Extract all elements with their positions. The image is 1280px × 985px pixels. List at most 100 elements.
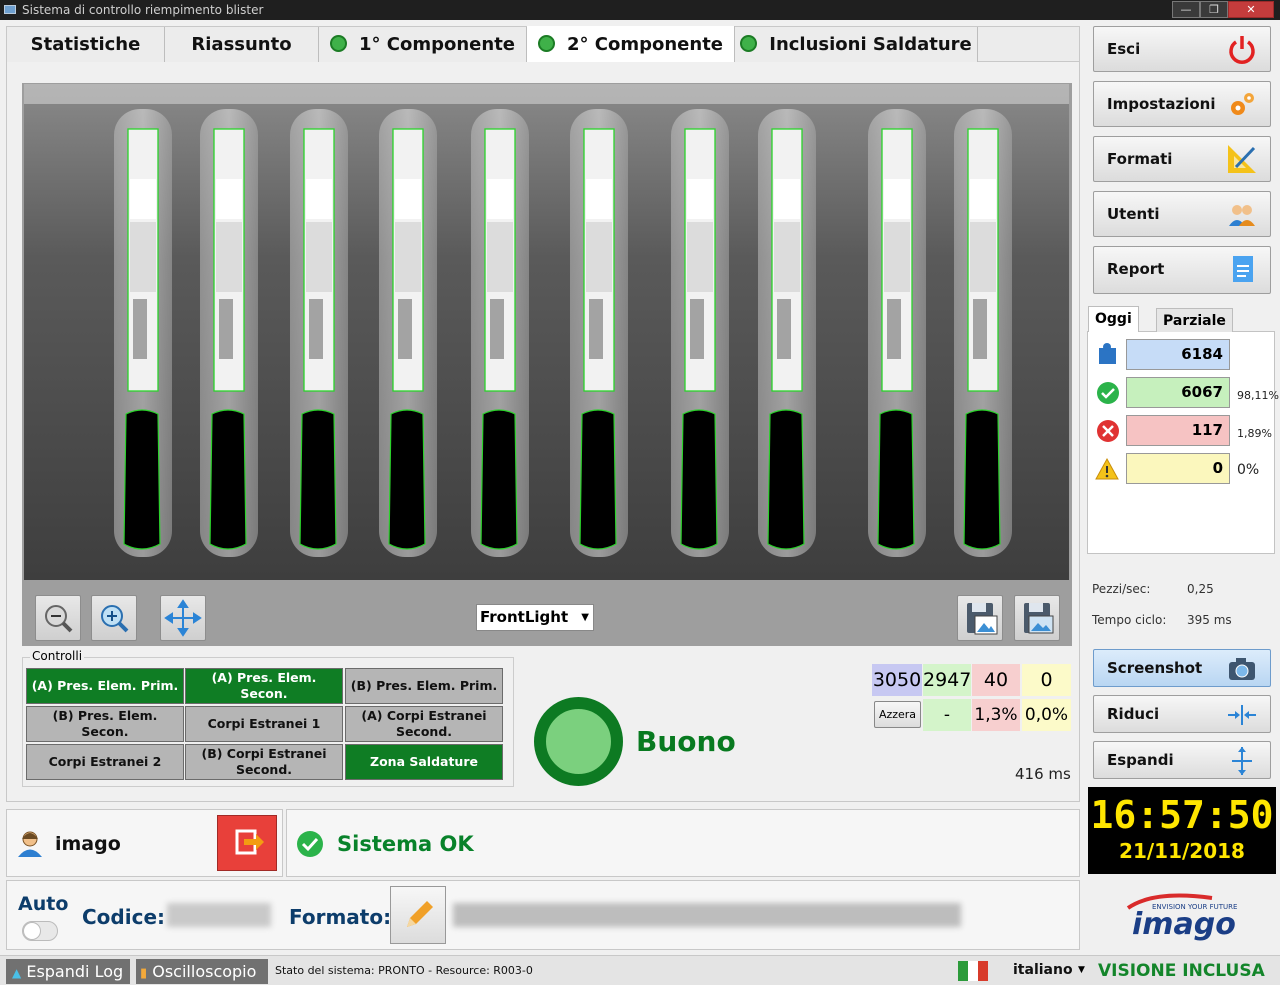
codice-value-redacted xyxy=(167,903,271,927)
tab-parziale[interactable]: Parziale xyxy=(1156,308,1233,332)
save-all-button[interactable] xyxy=(1014,595,1060,641)
control-label: Corpi Estranei 1 xyxy=(207,716,321,731)
expand-icon xyxy=(1232,747,1252,775)
app-icon xyxy=(4,5,16,14)
control-a-pres-elem-secon[interactable]: (A) Pres. Elem. Secon. xyxy=(185,668,343,704)
ciclo-label: Tempo ciclo: xyxy=(1092,613,1167,627)
logo-text: imago xyxy=(1132,907,1236,942)
button-label: Impostazioni xyxy=(1107,95,1216,113)
gears-icon xyxy=(1231,93,1254,115)
logout-icon xyxy=(235,829,264,855)
report-icon xyxy=(1233,256,1253,282)
zoom-out-button[interactable] xyxy=(35,595,81,641)
inspection-time: 416 ms xyxy=(1015,765,1071,783)
edit-format-button[interactable] xyxy=(390,886,446,944)
control-corpi-estranei-2[interactable]: Corpi Estranei 2 xyxy=(26,744,184,780)
report-button[interactable]: Report xyxy=(1093,246,1271,294)
system-status-text: Sistema OK xyxy=(337,832,474,856)
status-bar: ▲ Espandi Log ▮ Oscilloscopio Stato del … xyxy=(0,955,1280,985)
clock-time: 16:57:50 xyxy=(1090,793,1274,837)
zoom-out-icon xyxy=(45,605,73,633)
format-panel: Auto Codice: Formato: xyxy=(6,880,1080,950)
control-a-corpi-estranei-second[interactable]: (A) Corpi Estranei Second. xyxy=(345,706,503,742)
pezzi-label: Pezzi/sec: xyxy=(1092,582,1151,596)
control-zona-saldature[interactable]: Zona Saldature xyxy=(345,744,503,780)
language-select[interactable]: italiano xyxy=(1013,962,1073,978)
user-panel: imago xyxy=(6,809,283,877)
light-select[interactable]: FrontLight ▼ xyxy=(476,604,594,631)
tab-statistiche[interactable]: Statistiche xyxy=(7,27,165,62)
control-label: (A) Pres. Elem. Prim. xyxy=(31,678,179,693)
tab-label: Riassunto xyxy=(191,34,292,55)
control-label: (A) Pres. Elem. Secon. xyxy=(211,670,317,701)
stat-bad: 117 xyxy=(1126,415,1230,446)
tab-componente-2[interactable]: 2° Componente xyxy=(527,26,735,62)
button-label: Esci xyxy=(1107,40,1141,58)
auto-toggle[interactable] xyxy=(22,921,58,941)
tab-label: Inclusioni Saldature xyxy=(769,34,972,55)
tab-oggi[interactable]: Oggi xyxy=(1088,306,1139,332)
chevron-down-icon: ▼ xyxy=(581,612,589,623)
reset-button[interactable]: Azzera xyxy=(874,701,921,728)
result-label: Buono xyxy=(636,725,736,758)
formati-button[interactable]: Formati xyxy=(1093,136,1271,182)
control-b-pres-elem-secon[interactable]: (B) Pres. Elem. Secon. xyxy=(26,706,184,742)
save-all-icon xyxy=(1024,603,1054,634)
camera-image[interactable] xyxy=(24,84,1069,580)
logout-button[interactable] xyxy=(217,815,277,871)
screenshot-button[interactable]: Screenshot xyxy=(1093,649,1271,687)
system-status-line: Stato del sistema: PRONTO - Resource: R0… xyxy=(275,964,533,977)
button-label: Report xyxy=(1107,260,1165,278)
tab-label: 2° Componente xyxy=(566,34,724,55)
codice-label: Codice: xyxy=(82,905,166,929)
impostazioni-button[interactable]: Impostazioni xyxy=(1093,81,1271,127)
tab-riassunto[interactable]: Riassunto xyxy=(165,27,319,62)
check-icon xyxy=(297,831,323,857)
utenti-button[interactable]: Utenti xyxy=(1093,191,1271,237)
chevron-down-icon[interactable]: ▼ xyxy=(1078,965,1085,975)
control-b-pres-elem-prim[interactable]: (B) Pres. Elem. Prim. xyxy=(345,668,503,704)
button-label: Utenti xyxy=(1107,205,1160,223)
formato-value-redacted xyxy=(453,903,961,927)
button-label: Espandi xyxy=(1107,751,1174,769)
chart-icon: ▮ xyxy=(140,966,148,981)
espandi-button[interactable]: Espandi xyxy=(1093,741,1271,779)
esci-button[interactable]: Esci xyxy=(1093,26,1271,72)
tab-bar: Statistiche Riassunto 1° Componente 2° C… xyxy=(6,26,1080,62)
tab-inclusioni-saldature[interactable]: Inclusioni Saldature xyxy=(735,27,978,62)
edition-label: VISIONE INCLUSA xyxy=(1098,961,1265,981)
ruler-icon xyxy=(1228,145,1256,173)
counter-good-pct: - xyxy=(923,699,971,731)
button-label: Formati xyxy=(1107,150,1173,168)
tab-componente-1[interactable]: 1° Componente xyxy=(319,27,527,62)
ciclo-value: 395 ms xyxy=(1187,613,1232,627)
italian-flag-icon xyxy=(958,961,988,981)
fit-button[interactable] xyxy=(160,595,206,641)
save-image-button[interactable] xyxy=(957,595,1003,641)
close-button[interactable]: ✕ xyxy=(1228,1,1274,18)
oscilloscope-label: Oscilloscopio xyxy=(152,962,257,981)
maximize-button[interactable]: ❐ xyxy=(1200,1,1228,18)
control-b-corpi-estranei-second[interactable]: (B) Corpi Estranei Second. xyxy=(185,744,343,780)
stat-total: 6184 xyxy=(1126,339,1230,370)
control-corpi-estranei-1[interactable]: Corpi Estranei 1 xyxy=(185,706,343,742)
expand-log-button[interactable]: ▲ Espandi Log xyxy=(6,959,130,984)
oscilloscope-button[interactable]: ▮ Oscilloscopio xyxy=(136,959,268,984)
button-label: Riduci xyxy=(1107,705,1160,723)
riduci-button[interactable]: Riduci xyxy=(1093,695,1271,733)
auto-label: Auto xyxy=(18,893,69,915)
counter-bad-pct: 1,3% xyxy=(972,699,1020,731)
system-status-panel: Sistema OK xyxy=(286,809,1080,877)
control-a-pres-elem-prim[interactable]: (A) Pres. Elem. Prim. xyxy=(26,668,184,704)
error-icon xyxy=(1097,420,1119,442)
counter-bad: 40 xyxy=(972,664,1020,696)
pencil-icon xyxy=(407,901,433,927)
minimize-button[interactable]: — xyxy=(1172,1,1200,18)
collapse-icon xyxy=(1228,705,1256,725)
control-label: (B) Pres. Elem. Prim. xyxy=(350,678,498,693)
counter-warn-pct: 0,0% xyxy=(1022,699,1071,731)
zoom-in-button[interactable] xyxy=(91,595,137,641)
arrow-up-icon: ▲ xyxy=(12,966,22,980)
stat-warn: 0 xyxy=(1126,453,1230,484)
imago-logo: ENVISION YOUR FUTURE imago xyxy=(1124,888,1244,944)
